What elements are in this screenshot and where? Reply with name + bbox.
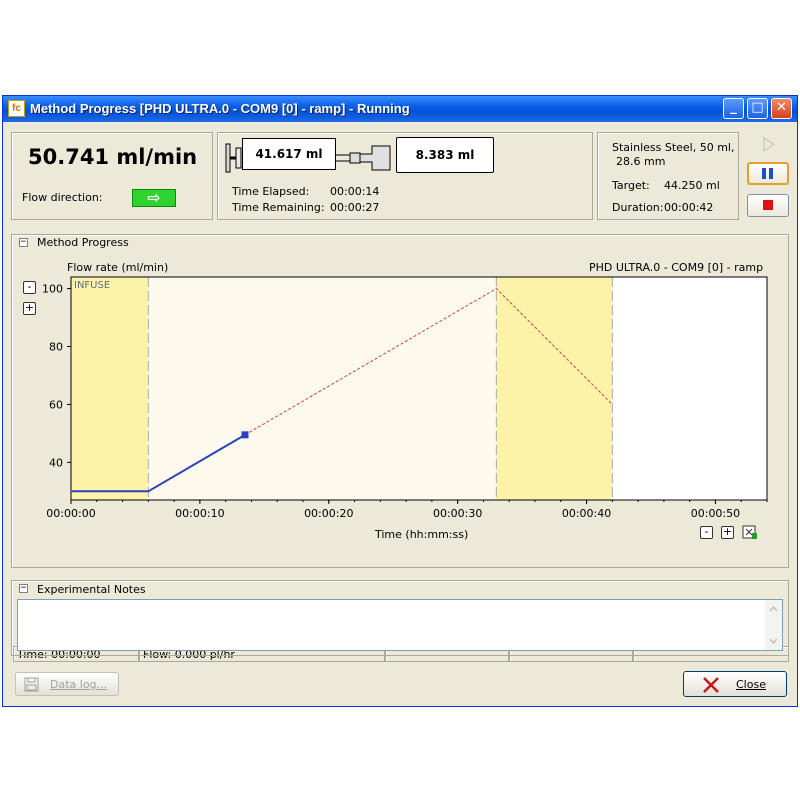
close-button[interactable]: Close <box>683 671 787 697</box>
duration-label: Duration: <box>612 201 664 214</box>
y-tick-label: 40 <box>49 456 63 469</box>
x-axis-label: Time (hh:mm:ss) <box>375 528 469 541</box>
remaining-volume-box: 8.383 ml <box>396 137 494 173</box>
data-log-label: Data log... <box>50 678 108 691</box>
syringe-info-panel: Stainless Steel, 50 ml, 28.6 mm Target: … <box>597 132 739 220</box>
target-value: 44.250 ml <box>664 179 720 192</box>
current-position-marker <box>241 431 249 439</box>
flow-rate-value: 50.741 ml/min <box>28 145 198 169</box>
y-tick-label: 60 <box>49 398 63 411</box>
y-tick-label: 100 <box>42 283 63 296</box>
close-x-icon <box>703 677 719 693</box>
close-label: Close <box>736 678 766 691</box>
x-tick-label: 00:00:50 <box>691 507 740 520</box>
x-tick-label: 00:00:30 <box>433 507 482 520</box>
play-icon <box>763 137 775 152</box>
syringe-panel: 41.617 ml 8.383 ml Time Elapsed: 00:00:1… <box>217 132 593 220</box>
time-remaining-label: Time Remaining: <box>232 201 325 214</box>
syringe-diameter: 28.6 mm <box>616 155 666 168</box>
phase-band <box>148 277 497 500</box>
flow-rate-chart: 00:00:00 00:00:10 00:00:20 00:00:30 00:00:40… <box>42 276 768 520</box>
target-label: Target: <box>612 179 650 192</box>
zoom-fit-button[interactable] <box>742 525 758 540</box>
scroll-arrows-icon <box>769 605 778 645</box>
duration-value: 00:00:42 <box>664 201 714 214</box>
notes-scrollbar[interactable] <box>765 600 782 650</box>
minimize-button[interactable]: _ <box>723 98 744 119</box>
collapse-notes-icon[interactable]: − <box>19 584 28 593</box>
zoom-fit-icon <box>742 525 757 539</box>
x-tick-label: 00:00:00 <box>46 507 95 520</box>
data-log-button[interactable]: Data log... <box>15 672 119 696</box>
pause-icon <box>762 168 773 179</box>
flow-panel: 50.741 ml/min Flow direction: ⇨ <box>11 132 213 220</box>
x-tick-label: 00:00:40 <box>562 507 611 520</box>
close-window-button[interactable]: ✕ <box>771 98 792 119</box>
x-tick-label: 00:00:10 <box>175 507 224 520</box>
phase-band <box>496 277 613 500</box>
collapse-method-progress-icon[interactable]: − <box>19 238 28 247</box>
time-remaining-value: 00:00:27 <box>330 201 380 214</box>
syringe-type: Stainless Steel, 50 ml, <box>612 141 735 154</box>
save-disk-icon <box>24 677 39 692</box>
title-bar[interactable]: fc Method Progress [PHD ULTRA.0 - COM9 [… <box>3 96 797 122</box>
time-elapsed-value: 00:00:14 <box>330 185 380 198</box>
stop-icon <box>763 200 773 210</box>
method-progress-window: fc Method Progress [PHD ULTRA.0 - COM9 [… <box>2 95 798 707</box>
maximize-button[interactable]: □ <box>747 98 768 119</box>
x-zoom-out-button[interactable]: - <box>700 526 713 539</box>
window-title: Method Progress [PHD ULTRA.0 - COM9 [0] … <box>30 101 410 116</box>
x-tick-label: 00:00:20 <box>304 507 353 520</box>
infused-volume-box: 41.617 ml <box>242 138 336 170</box>
app-icon: fc <box>8 100 25 117</box>
phase-label: INFUSE <box>74 280 110 291</box>
method-progress-title: Method Progress <box>34 236 132 249</box>
arrow-right-icon: ⇨ <box>132 189 176 207</box>
flow-direction-label: Flow direction: <box>22 191 103 204</box>
pause-button[interactable] <box>747 162 789 185</box>
x-zoom-in-button[interactable]: + <box>721 526 734 539</box>
time-elapsed-label: Time Elapsed: <box>232 185 310 198</box>
y-tick-label: 80 <box>49 341 63 354</box>
experimental-notes-textarea[interactable] <box>17 599 783 651</box>
run-button[interactable] <box>748 133 790 156</box>
phase-band <box>71 277 149 500</box>
experimental-notes-title: Experimental Notes <box>34 583 149 596</box>
stop-button[interactable] <box>747 194 789 217</box>
